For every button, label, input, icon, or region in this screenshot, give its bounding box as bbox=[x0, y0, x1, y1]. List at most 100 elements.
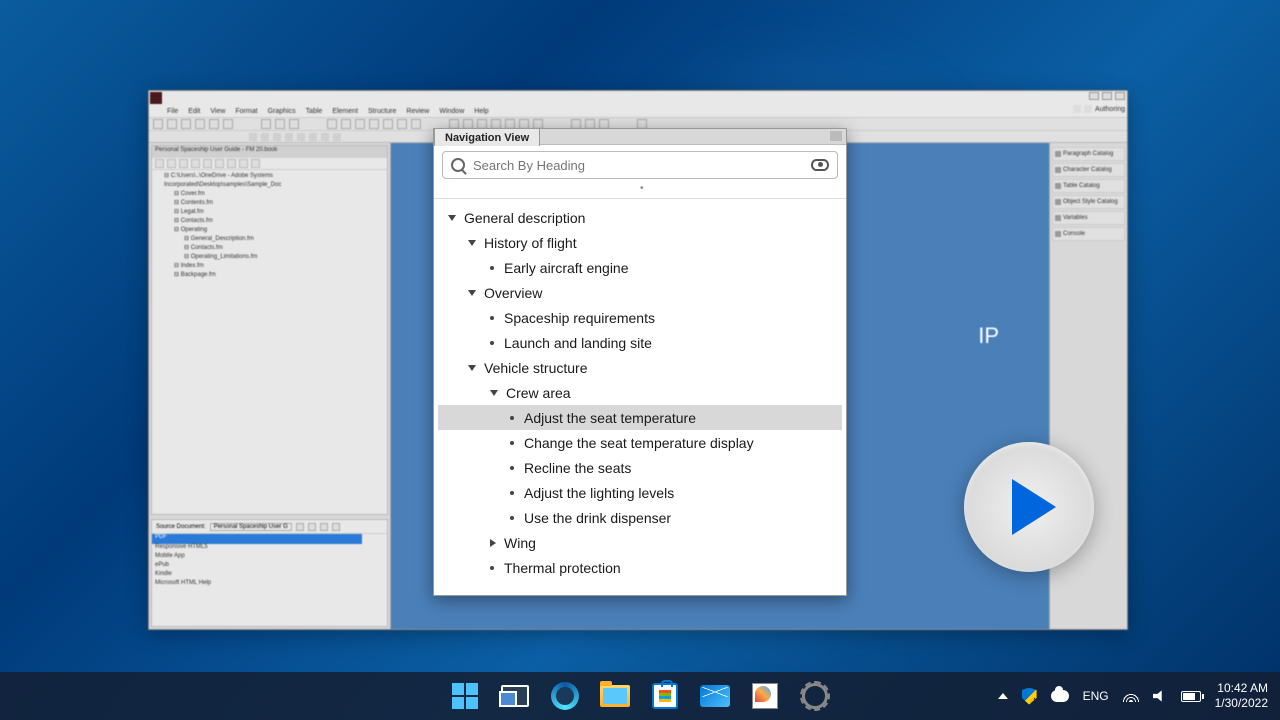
right-panel-item[interactable]: Console bbox=[1052, 227, 1125, 241]
book-tree-item[interactable]: ⊟ Index.fm bbox=[156, 262, 383, 271]
wifi-icon[interactable] bbox=[1123, 690, 1139, 702]
book-tree-item[interactable]: ⊟ Cover.fm bbox=[156, 190, 383, 199]
nav-heading-item[interactable]: Recline the seats bbox=[438, 455, 842, 480]
tool-button[interactable] bbox=[275, 119, 285, 129]
close-button[interactable] bbox=[1115, 92, 1125, 100]
nav-heading-item[interactable]: Adjust the seat temperature bbox=[438, 405, 842, 430]
menu-file[interactable]: File bbox=[167, 108, 178, 115]
right-panel-item[interactable]: Table Catalog bbox=[1052, 179, 1125, 193]
nav-heading-item[interactable]: History of flight bbox=[438, 230, 842, 255]
tool-button[interactable] bbox=[289, 119, 299, 129]
book-tab[interactable]: Personal Spaceship User Guide - FM 20.bo… bbox=[152, 146, 387, 158]
search-icon[interactable] bbox=[1073, 105, 1081, 113]
tool-button[interactable] bbox=[181, 119, 191, 129]
tool-button[interactable] bbox=[321, 133, 329, 141]
tool-button[interactable] bbox=[383, 119, 393, 129]
panel-menu-icon[interactable] bbox=[830, 131, 842, 141]
tool-button[interactable] bbox=[411, 119, 421, 129]
tool-button[interactable] bbox=[327, 119, 337, 129]
mode-label[interactable]: Authoring bbox=[1095, 106, 1125, 113]
edge-browser-icon[interactable] bbox=[545, 676, 585, 716]
nav-heading-item[interactable]: Launch and landing site bbox=[438, 330, 842, 355]
source-doc-dropdown[interactable]: Personal Spaceship User G bbox=[210, 523, 292, 531]
panel-button[interactable] bbox=[203, 159, 212, 168]
right-panel-item[interactable]: Character Catalog bbox=[1052, 163, 1125, 177]
tool-button[interactable] bbox=[309, 133, 317, 141]
workspace-icon[interactable] bbox=[1084, 105, 1092, 113]
menu-element[interactable]: Element bbox=[332, 108, 358, 115]
eye-icon[interactable] bbox=[811, 159, 829, 171]
tool-button[interactable] bbox=[223, 119, 233, 129]
task-view-button[interactable] bbox=[495, 676, 535, 716]
book-tree-item[interactable]: ⊟ Contacts.fm bbox=[156, 244, 383, 253]
maximize-button[interactable] bbox=[1102, 92, 1112, 100]
tool-button[interactable] bbox=[167, 119, 177, 129]
onedrive-icon[interactable] bbox=[1051, 690, 1069, 702]
menu-structure[interactable]: Structure bbox=[368, 108, 396, 115]
tool-button[interactable] bbox=[297, 133, 305, 141]
panel-button[interactable] bbox=[227, 159, 236, 168]
menu-view[interactable]: View bbox=[210, 108, 225, 115]
output-item[interactable]: Responsive HTML5 bbox=[152, 544, 387, 553]
caret-right-icon[interactable] bbox=[490, 539, 496, 547]
nav-heading-item[interactable]: Adjust the lighting levels bbox=[438, 480, 842, 505]
microsoft-store-icon[interactable] bbox=[645, 676, 685, 716]
tool-button[interactable] bbox=[333, 133, 341, 141]
caret-down-icon[interactable] bbox=[468, 290, 476, 296]
output-item[interactable]: Kindle bbox=[152, 571, 387, 580]
navigation-view-tab[interactable]: Navigation View bbox=[434, 128, 540, 146]
panel-button[interactable] bbox=[296, 523, 304, 531]
tool-button[interactable] bbox=[153, 119, 163, 129]
nav-heading-item[interactable]: Wing bbox=[438, 530, 842, 555]
tool-button[interactable] bbox=[261, 133, 269, 141]
panel-button[interactable] bbox=[308, 523, 316, 531]
book-tree-item[interactable]: ⊟ Backpage.fm bbox=[156, 271, 383, 280]
start-button[interactable] bbox=[445, 676, 485, 716]
right-panel-item[interactable]: Paragraph Catalog bbox=[1052, 147, 1125, 161]
book-tree-item[interactable]: ⊟ C:\Users\..\OneDrive - Adobe Systems I… bbox=[156, 172, 383, 190]
tool-button[interactable] bbox=[369, 119, 379, 129]
output-item[interactable]: ePub bbox=[152, 562, 387, 571]
nav-collapse-handle[interactable] bbox=[434, 185, 846, 199]
panel-button[interactable] bbox=[239, 159, 248, 168]
book-tree-item[interactable]: ⊟ Legal.fm bbox=[156, 208, 383, 217]
titlebar[interactable] bbox=[149, 91, 1127, 105]
tool-button[interactable] bbox=[209, 119, 219, 129]
mail-icon[interactable] bbox=[695, 676, 735, 716]
nav-heading-item[interactable]: Vehicle structure bbox=[438, 355, 842, 380]
file-explorer-icon[interactable] bbox=[595, 676, 635, 716]
menu-edit[interactable]: Edit bbox=[188, 108, 200, 115]
settings-icon[interactable] bbox=[795, 676, 835, 716]
panel-button[interactable] bbox=[155, 159, 164, 168]
panel-button[interactable] bbox=[215, 159, 224, 168]
tool-button[interactable] bbox=[397, 119, 407, 129]
nav-heading-item[interactable]: Use the drink dispenser bbox=[438, 505, 842, 530]
tool-button[interactable] bbox=[285, 133, 293, 141]
language-indicator[interactable]: ENG bbox=[1083, 689, 1109, 703]
nav-heading-item[interactable]: Thermal protection bbox=[438, 555, 842, 580]
caret-down-icon[interactable] bbox=[468, 240, 476, 246]
tool-button[interactable] bbox=[341, 119, 351, 129]
play-button[interactable] bbox=[964, 442, 1094, 572]
menu-window[interactable]: Window bbox=[439, 108, 464, 115]
menu-table[interactable]: Table bbox=[306, 108, 323, 115]
tool-button[interactable] bbox=[195, 119, 205, 129]
speaker-icon[interactable] bbox=[1153, 689, 1167, 703]
tool-button[interactable] bbox=[273, 133, 281, 141]
output-item[interactable]: Microsoft HTML Help bbox=[152, 580, 387, 589]
nav-search-input[interactable] bbox=[473, 158, 811, 173]
menu-graphics[interactable]: Graphics bbox=[268, 108, 296, 115]
tool-button[interactable] bbox=[261, 119, 271, 129]
panel-button[interactable] bbox=[251, 159, 260, 168]
clock[interactable]: 10:42 AM 1/30/2022 bbox=[1215, 681, 1268, 711]
menu-format[interactable]: Format bbox=[235, 108, 257, 115]
nav-search-field[interactable] bbox=[442, 151, 838, 179]
nav-heading-item[interactable]: Crew area bbox=[438, 380, 842, 405]
tray-chevron-icon[interactable] bbox=[998, 693, 1008, 699]
battery-icon[interactable] bbox=[1181, 691, 1201, 702]
nav-heading-item[interactable]: Overview bbox=[438, 280, 842, 305]
security-icon[interactable] bbox=[1022, 688, 1037, 705]
nav-heading-item[interactable]: Change the seat temperature display bbox=[438, 430, 842, 455]
book-tree-item[interactable]: ⊟ Operating_Limitations.fm bbox=[156, 253, 383, 262]
caret-down-icon[interactable] bbox=[448, 215, 456, 221]
